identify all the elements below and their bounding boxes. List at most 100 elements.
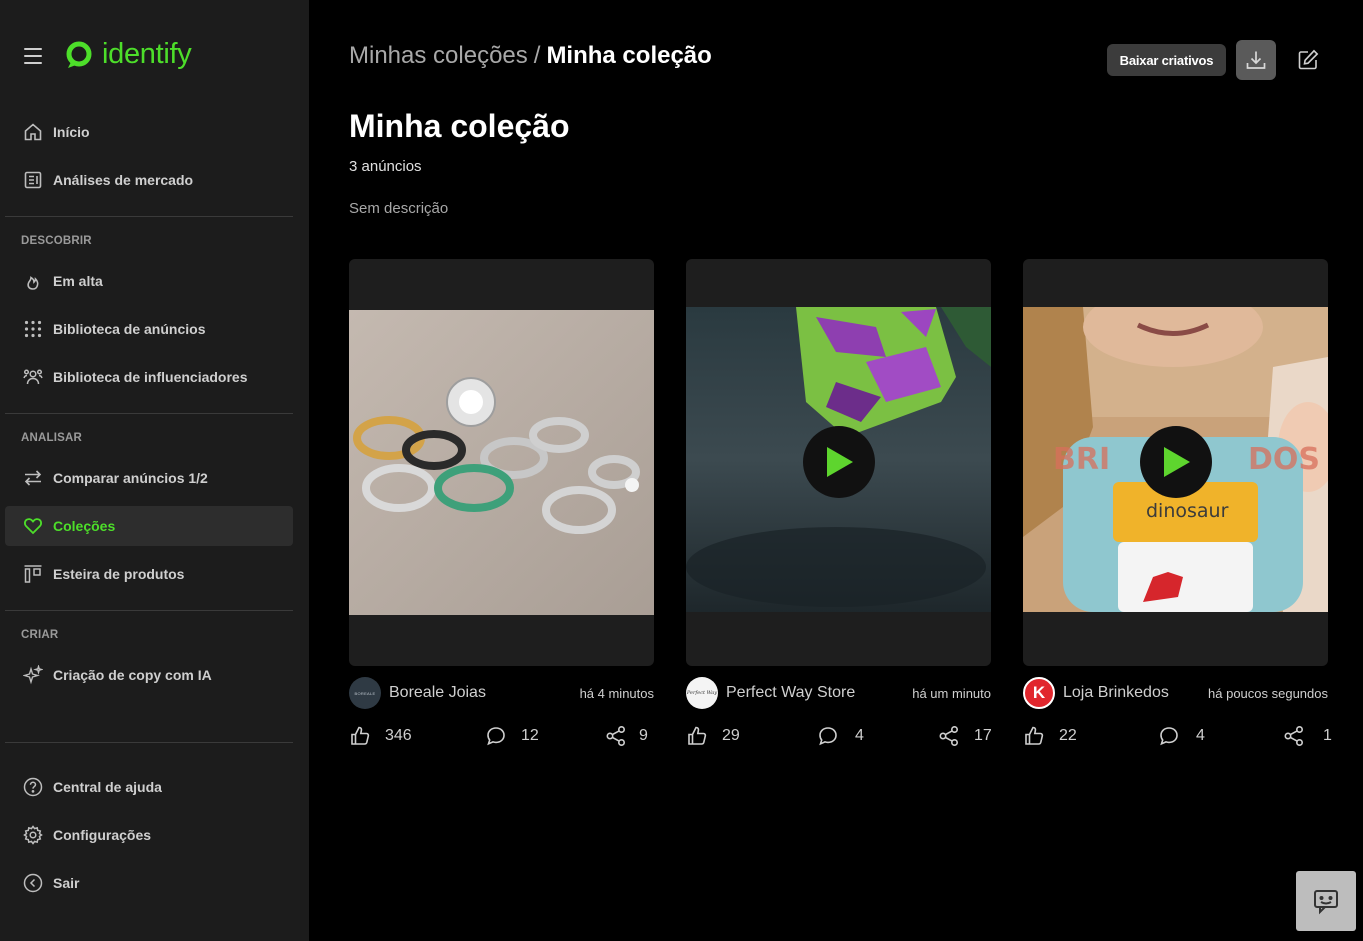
sidebar-item-inicio[interactable]: Início <box>5 112 293 152</box>
chat-icon <box>1314 890 1338 915</box>
shares-count: 1 <box>1323 727 1332 744</box>
sidebar-item-label: Configurações <box>53 827 152 843</box>
ad-media[interactable] <box>686 259 991 666</box>
share-icon <box>939 725 959 747</box>
comments-stat[interactable]: 12 <box>485 725 539 747</box>
likes-count: 346 <box>385 727 412 744</box>
comments-count: 12 <box>521 727 539 744</box>
ad-card-meta: Perfect Way Perfect Way Store há um minu… <box>686 677 991 709</box>
comment-icon <box>1160 727 1178 746</box>
comments-stat[interactable]: 4 <box>1158 725 1205 747</box>
brand-logo[interactable]: identify <box>64 38 192 71</box>
svg-text:BRI: BRI <box>1053 442 1110 477</box>
shares-stat[interactable]: 1 <box>1283 725 1332 747</box>
store-avatar[interactable]: K <box>1023 677 1055 709</box>
shares-count: 9 <box>639 727 648 744</box>
sidebar-item-analises[interactable]: Análises de mercado <box>5 160 293 200</box>
edit-icon <box>1298 49 1319 70</box>
compare-arrows-icon <box>22 467 44 489</box>
sidebar-item-comparar[interactable]: Comparar anúncios 1/2 <box>5 458 293 498</box>
store-avatar[interactable]: BOREALE <box>349 677 381 709</box>
avatar-text: BOREALE <box>354 690 376 696</box>
report-icon <box>22 169 44 191</box>
sidebar-divider <box>5 413 293 414</box>
share-icon <box>606 725 626 747</box>
ad-card-meta: K Loja Brinkedos há poucos segundos <box>1023 677 1328 709</box>
store-name[interactable]: Boreale Joias <box>389 684 580 702</box>
sidebar-item-copy-ia[interactable]: Criação de copy com IA <box>5 655 293 695</box>
play-icon <box>1164 447 1190 477</box>
logo-mark-icon <box>66 41 92 68</box>
product-belt-icon <box>22 563 44 585</box>
sparkles-icon <box>22 664 44 686</box>
likes-count: 29 <box>722 727 740 744</box>
chat-widget-button[interactable] <box>1296 871 1356 931</box>
section-title-criar: CRIAR <box>21 629 59 641</box>
shares-stat[interactable]: 9 <box>605 725 648 747</box>
sidebar-item-central-ajuda[interactable]: Central de ajuda <box>5 767 293 807</box>
brand-name: identify <box>102 38 192 70</box>
sidebar-item-colecoes[interactable]: Coleções <box>5 506 293 546</box>
breadcrumb-separator: / <box>533 42 541 69</box>
sidebar-divider <box>5 216 293 217</box>
edit-collection-button[interactable] <box>1292 44 1324 76</box>
ad-card[interactable]: BOREALE Boreale Joias há 4 minutos 346 1… <box>349 259 654 747</box>
sidebar-item-label: Biblioteca de influenciadores <box>53 369 248 385</box>
sidebar-item-label: Coleções <box>53 518 116 534</box>
download-creatives-button[interactable]: Baixar criativos <box>1107 44 1226 76</box>
sidebar-item-label: Central de ajuda <box>53 779 162 795</box>
avatar-text: Perfect Way <box>686 690 718 696</box>
thumbs-up-icon <box>1025 726 1044 745</box>
ad-media[interactable]: BRI DOS dinosaur <box>1023 259 1328 666</box>
sidebar-item-label: Em alta <box>53 273 103 289</box>
comments-stat[interactable]: 4 <box>817 725 864 747</box>
store-name[interactable]: Perfect Way Store <box>726 684 912 702</box>
sidebar-item-biblioteca-anuncios[interactable]: Biblioteca de anúncios <box>5 309 293 349</box>
download-button[interactable] <box>1236 40 1276 80</box>
play-button[interactable] <box>1140 426 1212 498</box>
grid-dots-icon <box>22 318 44 340</box>
comments-count: 4 <box>855 727 864 744</box>
menu-toggle-icon[interactable] <box>24 48 42 64</box>
store-avatar[interactable]: Perfect Way <box>686 677 718 709</box>
ad-card[interactable]: BRI DOS dinosaur K Loja Brinkedos há pou… <box>1023 259 1332 747</box>
sidebar-item-em-alta[interactable]: Em alta <box>5 261 293 301</box>
thumbs-up-icon <box>688 726 707 745</box>
section-title-analisar: ANALISAR <box>21 432 83 444</box>
shares-stat[interactable]: 17 <box>938 725 992 747</box>
sidebar-item-esteira[interactable]: Esteira de produtos <box>5 554 293 594</box>
sidebar-divider <box>5 610 293 611</box>
sidebar: identify Início Análises de mercado DESC… <box>0 0 309 941</box>
post-time: há 4 minutos <box>579 685 654 701</box>
sidebar-item-label: Criação de copy com IA <box>53 667 212 683</box>
sidebar-item-biblioteca-influenciadores[interactable]: Biblioteca de influenciadores <box>5 357 293 397</box>
sidebar-item-label: Esteira de produtos <box>53 566 185 582</box>
play-button[interactable] <box>803 426 875 498</box>
sidebar-item-sair[interactable]: Sair <box>5 863 293 903</box>
thumbs-up-icon <box>351 726 370 745</box>
ad-card-meta: BOREALE Boreale Joias há 4 minutos <box>349 677 654 709</box>
sidebar-item-label: Início <box>53 124 90 140</box>
rings-photo <box>349 310 654 615</box>
ad-card[interactable]: Perfect Way Perfect Way Store há um minu… <box>686 259 992 747</box>
settings-icon <box>22 824 44 846</box>
likes-stat[interactable]: 29 <box>686 725 740 747</box>
users-icon <box>22 366 44 388</box>
breadcrumb-current: Minha coleção <box>546 42 712 69</box>
avatar-text: K <box>1032 683 1046 702</box>
sidebar-item-configuracoes[interactable]: Configurações <box>5 815 293 855</box>
home-icon <box>22 121 44 143</box>
flame-icon <box>22 270 44 292</box>
collection-description: Sem descrição <box>349 200 449 217</box>
sidebar-item-label: Análises de mercado <box>53 172 194 188</box>
post-time: há poucos segundos <box>1208 685 1328 701</box>
comments-count: 4 <box>1196 727 1205 744</box>
store-name[interactable]: Loja Brinkedos <box>1063 684 1208 702</box>
ad-media[interactable] <box>349 259 654 666</box>
likes-stat[interactable]: 22 <box>1023 725 1077 747</box>
play-icon <box>827 447 853 477</box>
likes-stat[interactable]: 346 <box>349 725 412 747</box>
heart-icon <box>22 515 44 537</box>
breadcrumb-parent-link[interactable]: Minhas coleções <box>349 42 528 69</box>
shares-count: 17 <box>974 727 992 744</box>
